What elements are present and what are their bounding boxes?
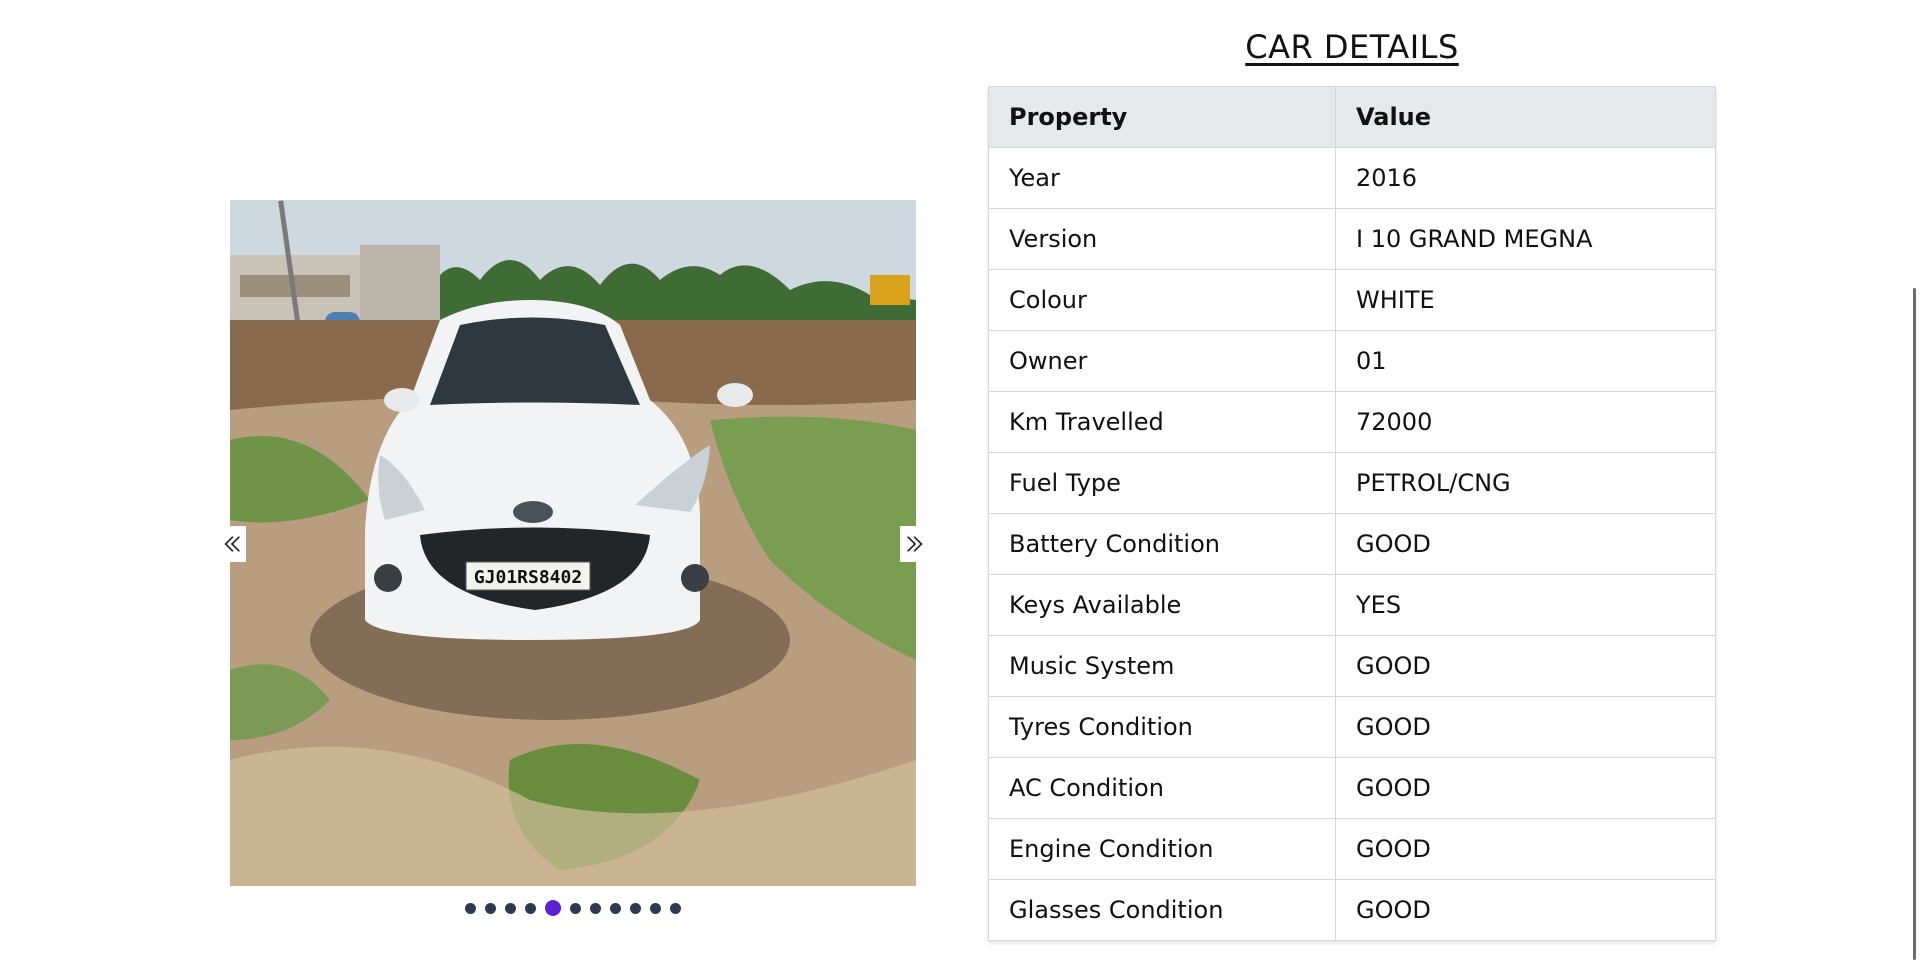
license-plate: GJ01RS8402: [474, 567, 582, 588]
value-cell: PETROL/CNG: [1335, 452, 1716, 514]
value-cell: GOOD: [1335, 818, 1716, 880]
value-cell: GOOD: [1335, 635, 1716, 697]
table-row: Battery Condition GOOD: [988, 513, 1716, 575]
carousel-dot[interactable]: [590, 902, 601, 914]
table-row: Keys Available YES: [988, 574, 1716, 636]
carousel-dot[interactable]: [505, 902, 516, 914]
car-photo-carousel: GJ01RS8402: [217, 200, 929, 916]
table-row: Fuel Type PETROL/CNG: [988, 452, 1716, 514]
property-cell: Version: [988, 208, 1336, 270]
table-row: Km Travelled 72000: [988, 391, 1716, 453]
chevrons-right-icon: [906, 536, 923, 552]
value-cell: GOOD: [1335, 513, 1716, 575]
table-row: Engine Condition GOOD: [988, 818, 1716, 880]
value-cell: 72000: [1335, 391, 1716, 453]
carousel-dot[interactable]: [570, 902, 581, 914]
page-title: CAR DETAILS: [1245, 28, 1459, 66]
carousel-dot[interactable]: [545, 900, 561, 916]
carousel-dot[interactable]: [485, 902, 496, 914]
carousel-next-button[interactable]: [900, 526, 929, 562]
table-row: Year 2016: [988, 147, 1716, 209]
property-cell: Tyres Condition: [988, 696, 1336, 758]
carousel-dot[interactable]: [525, 902, 536, 914]
property-cell: Colour: [988, 269, 1336, 331]
table-row: Glasses Condition GOOD: [988, 879, 1716, 941]
table-row: Music System GOOD: [988, 635, 1716, 697]
value-cell: 01: [1335, 330, 1716, 392]
car-photo: GJ01RS8402: [230, 200, 916, 886]
value-cell: 2016: [1335, 147, 1716, 209]
table-row: Owner 01: [988, 330, 1716, 392]
property-cell: Battery Condition: [988, 513, 1336, 575]
carousel-dot[interactable]: [465, 902, 476, 914]
value-cell: I 10 GRAND MEGNA: [1335, 208, 1716, 270]
value-cell: WHITE: [1335, 269, 1716, 331]
table-row: Tyres Condition GOOD: [988, 696, 1716, 758]
property-cell: Owner: [988, 330, 1336, 392]
car-details-table: Property Value Year 2016 Version I 10 GRAND…: [988, 86, 1716, 941]
property-cell: Km Travelled: [988, 391, 1336, 453]
carousel-dot[interactable]: [630, 902, 641, 914]
carousel-dot[interactable]: [650, 902, 661, 914]
car-details-section: CAR DETAILS Property Value Year 2016 Versi…: [988, 28, 1716, 941]
carousel-dots: [230, 900, 916, 916]
carousel-prev-button[interactable]: [217, 526, 246, 562]
chevrons-left-icon: [223, 536, 240, 552]
property-cell: Keys Available: [988, 574, 1336, 636]
header-property: Property: [988, 86, 1336, 148]
table-row: Colour WHITE: [988, 269, 1716, 331]
value-cell: GOOD: [1335, 757, 1716, 819]
value-cell: GOOD: [1335, 879, 1716, 941]
property-cell: Fuel Type: [988, 452, 1336, 514]
table-row: Version I 10 GRAND MEGNA: [988, 208, 1716, 270]
property-cell: Engine Condition: [988, 818, 1336, 880]
value-cell: GOOD: [1335, 696, 1716, 758]
header-value: Value: [1335, 86, 1716, 148]
property-cell: Music System: [988, 635, 1336, 697]
value-cell: YES: [1335, 574, 1716, 636]
table-row: AC Condition GOOD: [988, 757, 1716, 819]
scrollbar-thumb[interactable]: [1913, 288, 1916, 960]
property-cell: AC Condition: [988, 757, 1336, 819]
carousel-dot[interactable]: [670, 902, 681, 914]
carousel-dot[interactable]: [610, 902, 621, 914]
table-header-row: Property Value: [988, 86, 1716, 148]
property-cell: Glasses Condition: [988, 879, 1336, 941]
property-cell: Year: [988, 147, 1336, 209]
